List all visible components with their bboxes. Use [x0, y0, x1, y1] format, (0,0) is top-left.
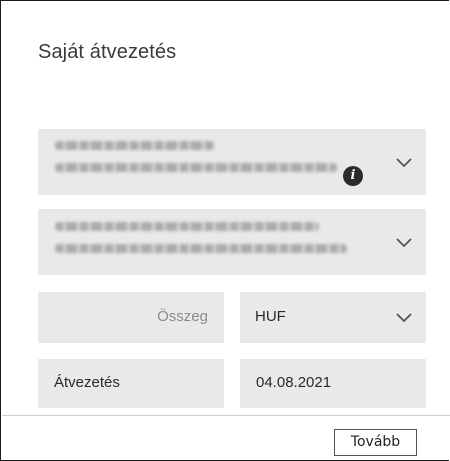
redacted-account-number	[55, 163, 337, 172]
next-button[interactable]: Tovább	[334, 429, 417, 456]
date-value: 04.08.2021	[256, 374, 332, 391]
chevron-down-icon	[396, 313, 412, 323]
info-icon[interactable]: i	[343, 166, 363, 186]
redacted-account-name	[55, 222, 319, 231]
source-account-select[interactable]: i	[38, 129, 426, 195]
redacted-account-number	[55, 244, 347, 253]
transfer-dialog: Saját átvezetés i Összeg HUF Átvezetés 0…	[0, 0, 450, 461]
target-account-select[interactable]	[38, 209, 426, 275]
redacted-account-name	[55, 141, 215, 150]
chevron-down-icon	[396, 238, 412, 248]
date-field[interactable]: 04.08.2021	[240, 359, 426, 408]
amount-placeholder: Összeg	[157, 308, 208, 325]
amount-input[interactable]: Összeg	[38, 292, 224, 343]
currency-select[interactable]: HUF	[240, 292, 426, 343]
chevron-down-icon	[396, 158, 412, 168]
dialog-title: Saját átvezetés	[38, 41, 177, 63]
currency-value: HUF	[255, 308, 286, 325]
footer-divider	[2, 415, 450, 416]
transfer-type-field[interactable]: Átvezetés	[38, 359, 224, 408]
transfer-type-label: Átvezetés	[54, 374, 120, 391]
